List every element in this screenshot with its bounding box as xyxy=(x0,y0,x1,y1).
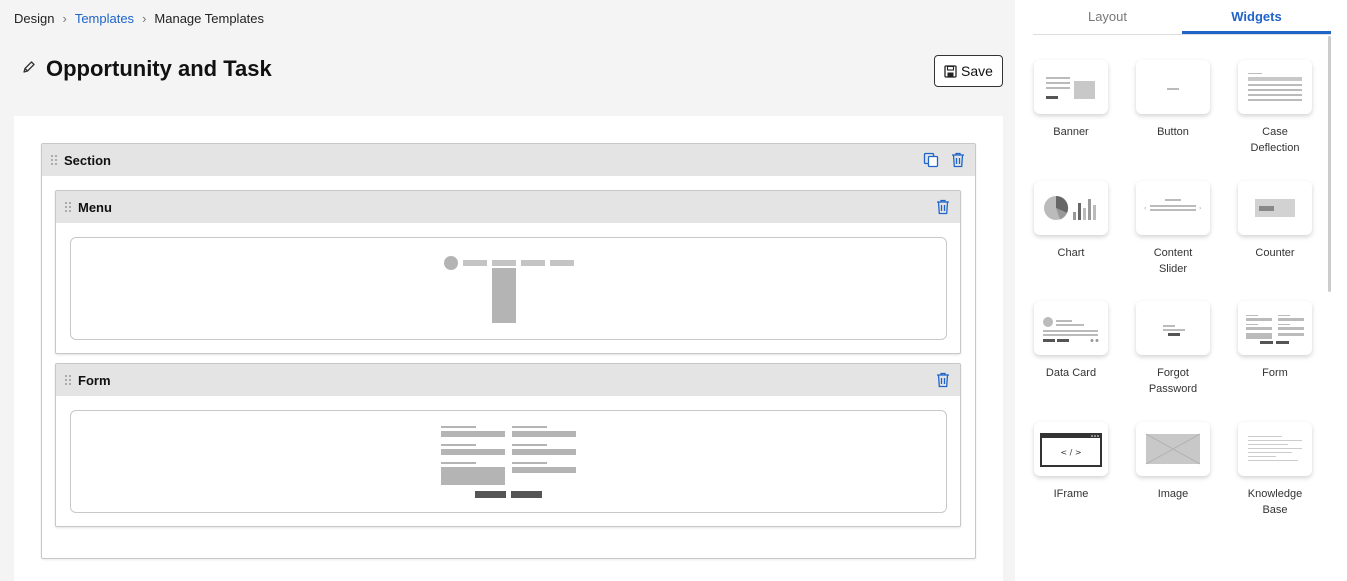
drag-handle-icon[interactable] xyxy=(64,201,72,213)
breadcrumb-templates[interactable]: Templates xyxy=(75,11,134,26)
panel-scrollbar[interactable] xyxy=(1328,36,1331,292)
section-label: Section xyxy=(64,152,111,168)
form-preview xyxy=(70,410,947,513)
banner-icon xyxy=(1034,60,1108,114)
form-label: Form xyxy=(78,372,111,388)
breadcrumb-manage-templates: Manage Templates xyxy=(154,11,265,26)
widget-name: Forgot Password xyxy=(1148,367,1198,395)
form-widget[interactable]: Form xyxy=(55,363,961,527)
drag-handle-icon[interactable] xyxy=(64,374,72,386)
breadcrumb-chevron-icon: › xyxy=(62,11,67,26)
menu-header: Menu xyxy=(56,191,960,223)
knowledge-base-icon xyxy=(1238,422,1312,476)
widget-name: Chart xyxy=(1057,247,1085,259)
widget-iframe[interactable]: < / > IFrame xyxy=(1020,422,1122,502)
widget-name: Button xyxy=(1157,126,1189,138)
widget-banner[interactable]: Banner xyxy=(1020,60,1122,140)
trash-icon[interactable] xyxy=(936,199,950,215)
case-deflection-icon xyxy=(1238,60,1312,114)
trash-icon[interactable] xyxy=(951,152,965,168)
section-block[interactable]: Section Menu Form xyxy=(41,143,976,559)
widget-knowledge-base[interactable]: Knowledge Base xyxy=(1224,422,1326,518)
save-label: Save xyxy=(961,63,993,79)
widget-name: Data Card xyxy=(1045,367,1097,379)
widget-name: Knowledge Base xyxy=(1247,488,1303,516)
widget-name: IFrame xyxy=(1053,488,1089,500)
widget-image[interactable]: Image xyxy=(1122,422,1224,502)
button-icon xyxy=(1136,60,1210,114)
breadcrumb-chevron-icon: › xyxy=(142,11,147,26)
widget-chart[interactable]: Chart xyxy=(1020,181,1122,261)
editor-area: Design › Templates › Manage Templates Op… xyxy=(0,0,1015,581)
widget-name: Content Slider xyxy=(1153,247,1193,275)
widget-name: Image xyxy=(1157,488,1189,500)
content-slider-icon: ‹ › xyxy=(1136,181,1210,235)
tab-layout[interactable]: Layout xyxy=(1033,0,1182,34)
menu-preview xyxy=(70,237,947,340)
widget-name: Form xyxy=(1262,367,1288,379)
widget-case-deflection[interactable]: Case Deflection xyxy=(1224,60,1326,156)
section-header: Section xyxy=(42,144,975,176)
widget-form[interactable]: Form xyxy=(1224,301,1326,381)
pencil-icon[interactable] xyxy=(22,60,36,79)
form-icon xyxy=(1238,301,1312,355)
widget-name: Banner xyxy=(1053,126,1089,138)
forgot-password-icon xyxy=(1136,301,1210,355)
svg-text:< / >: < / > xyxy=(1060,448,1081,457)
counter-icon xyxy=(1238,181,1312,235)
svg-text:‹: ‹ xyxy=(1144,205,1146,212)
widget-counter[interactable]: Counter xyxy=(1224,181,1326,261)
widget-button[interactable]: Button xyxy=(1122,60,1224,140)
template-canvas: Section Menu Form xyxy=(14,116,1003,581)
chart-icon xyxy=(1034,181,1108,235)
widget-data-card[interactable]: Data Card xyxy=(1020,301,1122,381)
panel-tabs: Layout Widgets xyxy=(1033,0,1331,35)
widget-forgot-password[interactable]: Forgot Password xyxy=(1122,301,1224,397)
copy-icon[interactable] xyxy=(923,152,939,168)
form-preview-graphic xyxy=(441,426,576,498)
widget-name: Case Deflection xyxy=(1250,126,1300,154)
trash-icon[interactable] xyxy=(936,372,950,388)
image-icon xyxy=(1136,422,1210,476)
breadcrumb-design[interactable]: Design xyxy=(14,11,54,26)
form-header: Form xyxy=(56,364,960,396)
menu-label: Menu xyxy=(78,199,112,215)
drag-handle-icon[interactable] xyxy=(50,154,58,166)
save-button[interactable]: Save xyxy=(934,55,1003,87)
svg-text:›: › xyxy=(1199,205,1201,212)
data-card-icon xyxy=(1034,301,1108,355)
widget-name: Counter xyxy=(1255,247,1295,259)
menu-widget[interactable]: Menu xyxy=(55,190,961,354)
title-row: Opportunity and Task xyxy=(22,56,272,82)
tab-widgets[interactable]: Widgets xyxy=(1182,0,1331,34)
breadcrumb: Design › Templates › Manage Templates xyxy=(14,11,264,26)
menu-preview-graphic xyxy=(444,256,574,323)
page-title: Opportunity and Task xyxy=(46,56,272,81)
floppy-icon xyxy=(944,64,957,78)
widget-content-slider[interactable]: ‹ › Content Slider xyxy=(1122,181,1224,277)
iframe-icon: < / > xyxy=(1034,422,1108,476)
